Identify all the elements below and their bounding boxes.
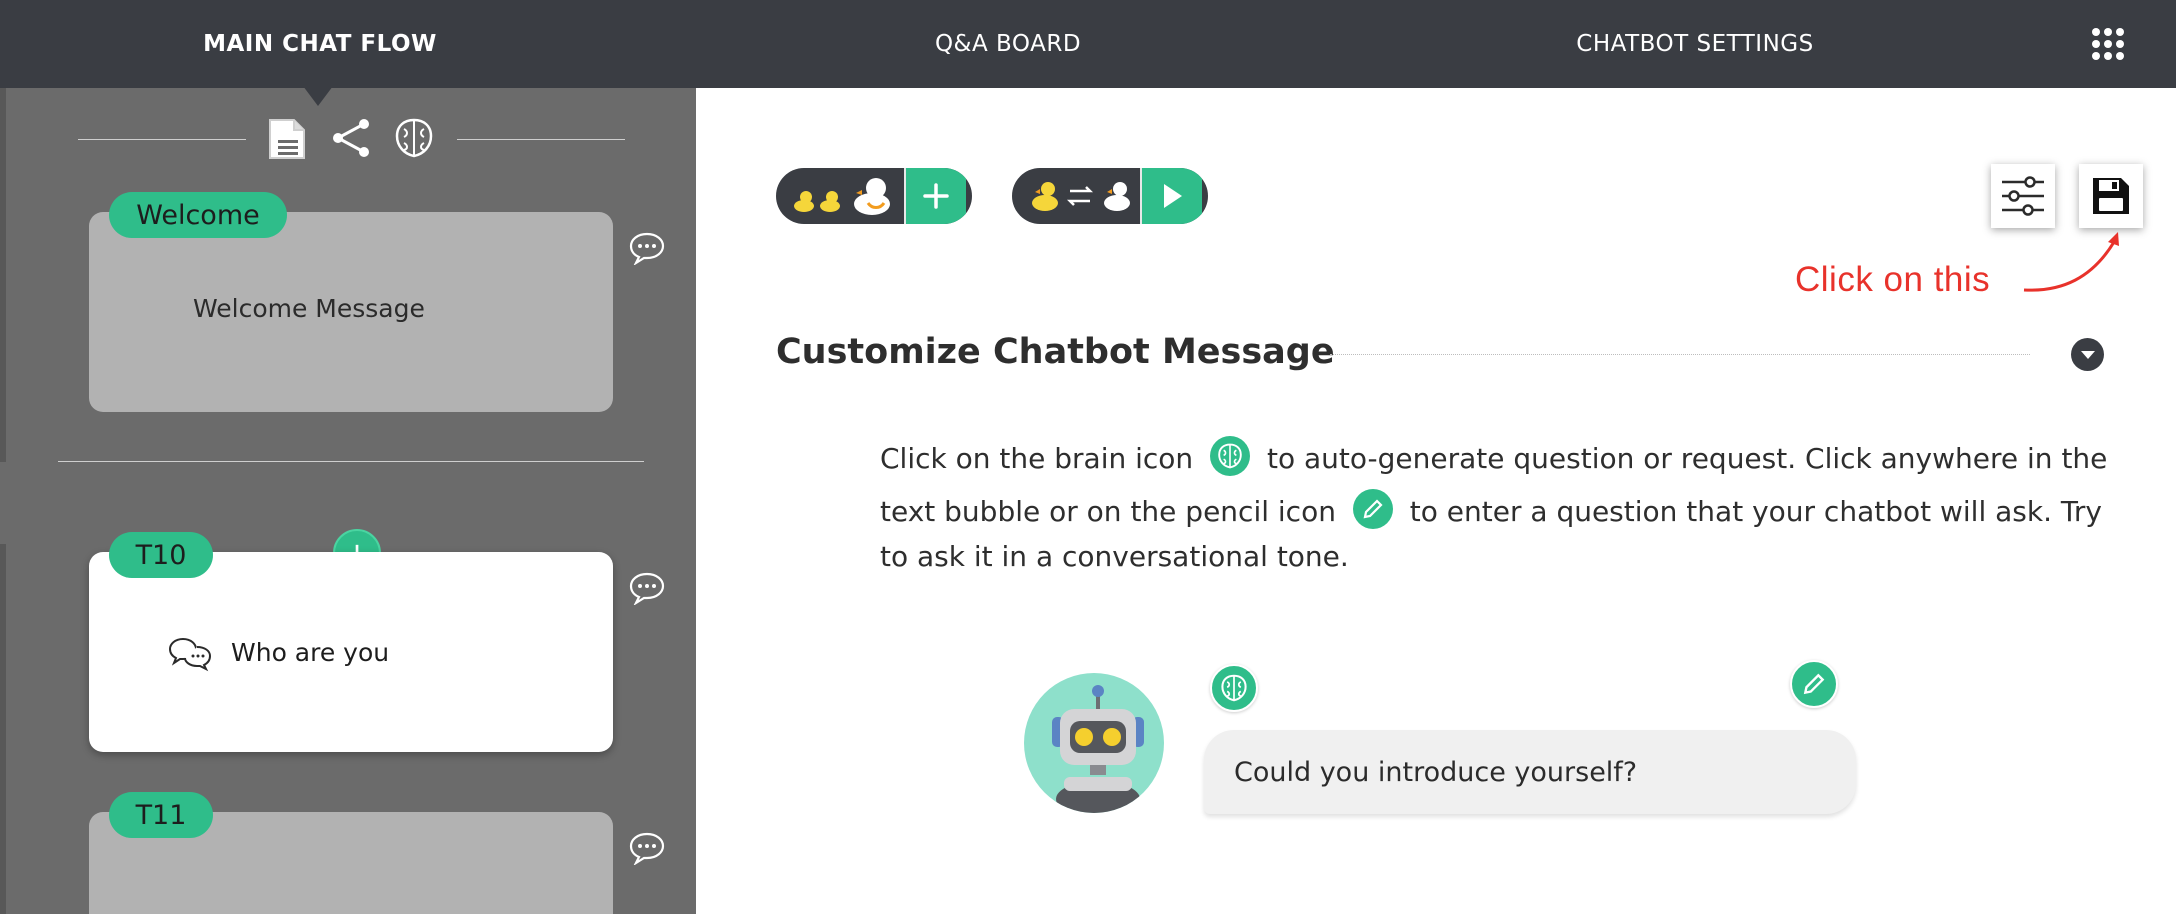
add-button[interactable]	[904, 168, 966, 224]
swap-ducks-icon	[1012, 168, 1140, 224]
chatbot-message-bubble[interactable]: Could you introduce yourself?	[1204, 730, 1856, 814]
conversation-icon	[167, 636, 213, 676]
chevron-down-icon	[2080, 350, 2095, 359]
t10-card[interactable]: Who are you	[89, 552, 613, 752]
divider	[1330, 354, 2030, 355]
top-nav: MAIN CHAT FLOW Q&A BOARD CHATBOT SETTING…	[0, 0, 2176, 88]
flow-sidebar: Welcome Message Welcome + Who are you T1…	[0, 88, 696, 914]
share-icon[interactable]	[330, 116, 372, 164]
callout-arrow-icon	[2023, 232, 2119, 292]
card-tag-t11[interactable]: T11	[109, 792, 213, 838]
card-tag-welcome[interactable]: Welcome	[109, 192, 287, 238]
instructions-line: to ask it in a conversational tone.	[880, 540, 1349, 573]
instructions-text: Click on the brain icon	[880, 442, 1194, 475]
save-button[interactable]	[2079, 164, 2143, 228]
pencil-icon	[1352, 489, 1393, 529]
speech-bubble-icon[interactable]	[628, 831, 666, 869]
brain-icon[interactable]	[1210, 664, 1258, 712]
divider	[58, 461, 644, 462]
tab-qa-board[interactable]: Q&A BOARD	[850, 0, 1166, 88]
section-title: Customize Chatbot Message	[776, 332, 1335, 372]
grid-menu-icon[interactable]	[2092, 28, 2124, 60]
speech-bubble-icon[interactable]	[628, 571, 666, 609]
card-text: Welcome Message	[193, 294, 425, 323]
play-button[interactable]	[1140, 168, 1202, 224]
sidebar-edge	[0, 462, 6, 544]
instructions-text: text bubble or on the pencil icon	[880, 495, 1336, 528]
welcome-card[interactable]: Welcome Message	[89, 212, 613, 412]
tab-main-chat-flow[interactable]: MAIN CHAT FLOW	[150, 0, 490, 88]
instructions-text: to auto-generate question or request. Cl…	[1266, 442, 2108, 475]
collapse-toggle[interactable]	[2071, 338, 2104, 371]
divider	[78, 139, 246, 140]
instructions-line: Click on the brain icon to auto-generate…	[880, 436, 2107, 480]
instructions-text: to enter a question that your chatbot wi…	[1409, 495, 2102, 528]
instructions-line: text bubble or on the pencil icon to ent…	[880, 489, 2102, 533]
document-icon[interactable]	[266, 118, 308, 164]
robot-avatar	[1024, 673, 1164, 813]
divider	[457, 139, 625, 140]
callout-annotation: Click on this	[1795, 260, 1991, 299]
ducks-icon	[776, 168, 904, 224]
sliders-icon	[2002, 176, 2044, 216]
tab-chatbot-settings[interactable]: CHATBOT SETTINGS	[1530, 0, 1860, 88]
speech-bubble-icon[interactable]	[628, 231, 666, 269]
adjustments-button[interactable]	[1991, 164, 2055, 228]
pencil-icon[interactable]	[1790, 660, 1838, 708]
brain-icon	[1210, 436, 1251, 476]
card-tag-t10[interactable]: T10	[109, 532, 213, 578]
add-ducks-group	[776, 168, 972, 224]
brain-icon[interactable]	[392, 116, 436, 164]
floppy-disk-icon	[2093, 178, 2129, 214]
swap-ducks-group	[1012, 168, 1208, 224]
active-tab-pointer	[303, 86, 333, 106]
card-text: Who are you	[231, 638, 390, 667]
